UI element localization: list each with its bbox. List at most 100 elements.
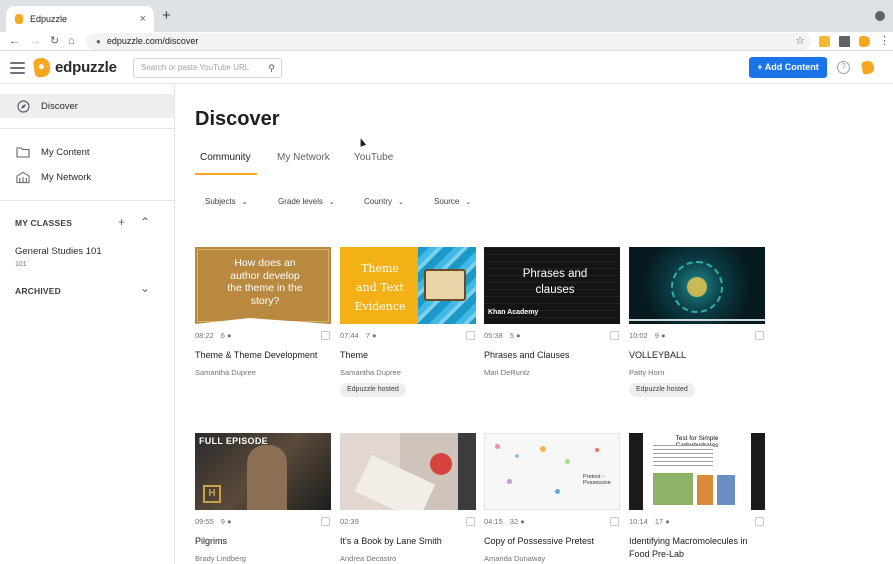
video-thumbnail[interactable]: Theme and Text Evidence (340, 247, 476, 324)
duration: 05:38 (484, 331, 503, 340)
add-content-button[interactable]: + Add Content (749, 57, 827, 78)
question-count: 7 (365, 331, 370, 340)
class-name[interactable]: General Studies 101 (15, 246, 102, 257)
filter-country[interactable]: Country ⌄ (364, 197, 404, 206)
tab-my-network[interactable]: My Network (277, 152, 330, 163)
tab-youtube[interactable]: YouTube (354, 152, 393, 163)
select-checkbox[interactable] (610, 517, 619, 526)
filter-label: Source (434, 197, 460, 206)
video-title[interactable]: Theme & Theme Development (195, 349, 331, 362)
video-author[interactable]: Brady Lindberg (195, 554, 246, 563)
sidebar-item-my-network[interactable]: My Network (0, 165, 174, 189)
question-icon: ● (665, 517, 670, 526)
video-thumbnail[interactable]: Test for Simple Carbohydrates (629, 433, 765, 510)
video-title[interactable]: Pilgrims (195, 535, 331, 548)
video-author[interactable]: Andrea Decastro (340, 554, 396, 563)
class-code: 101 (15, 261, 27, 268)
video-card[interactable]: Test for Simple Carbohydrates 10:1417 ● … (629, 433, 765, 559)
video-title[interactable]: VOLLEYBALL (629, 349, 765, 362)
chevron-up-icon[interactable]: ⌃ (140, 216, 150, 228)
select-checkbox[interactable] (755, 517, 764, 526)
window-control-icon[interactable] (875, 11, 885, 21)
filter-subjects[interactable]: Subjects ⌄ (205, 197, 248, 206)
select-checkbox[interactable] (321, 331, 330, 340)
archived-heading[interactable]: ARCHIVED (15, 286, 61, 296)
new-tab-button[interactable]: + (162, 8, 171, 23)
video-thumbnail[interactable]: Pretest - Possessive (484, 433, 620, 510)
select-checkbox[interactable] (321, 517, 330, 526)
search-icon[interactable]: ⚲ (268, 59, 275, 77)
video-title[interactable]: Theme (340, 349, 476, 362)
video-author[interactable]: Amanda Dunaway (484, 554, 545, 563)
video-card[interactable]: FULL EPISODE H 09:55 9 ● Pilgrims Brady L… (195, 433, 331, 563)
browser-tab[interactable]: Edpuzzle × (6, 6, 154, 32)
close-tab-icon[interactable]: × (140, 13, 146, 25)
filter-source[interactable]: Source ⌄ (434, 197, 471, 206)
sidebar-item-label: My Network (41, 171, 92, 183)
chevron-down-icon[interactable]: ⌄ (140, 282, 150, 294)
app-header: edpuzzle Search or paste YouTube URL ⚲ +… (0, 51, 893, 84)
forward-icon[interactable]: → (30, 34, 41, 48)
home-icon[interactable]: ⌂ (68, 34, 75, 48)
edpuzzle-logo[interactable]: edpuzzle (32, 56, 117, 79)
sidebar: Discover My Content My Network MY CLASSE… (0, 84, 175, 564)
video-thumbnail[interactable] (340, 433, 476, 510)
select-checkbox[interactable] (755, 331, 764, 340)
divider (0, 200, 174, 201)
browser-menu-icon[interactable]: ⋮ (879, 34, 890, 48)
select-checkbox[interactable] (610, 331, 619, 340)
back-icon[interactable]: ← (9, 34, 20, 48)
sidebar-item-my-content[interactable]: My Content (0, 140, 174, 164)
video-card[interactable]: 10:02 9 ● VOLLEYBALL Patty Horn Edpuzzle … (629, 247, 765, 397)
video-title[interactable]: Copy of Possessive Pretest (484, 535, 620, 548)
video-thumbnail[interactable] (629, 247, 765, 324)
select-checkbox[interactable] (466, 331, 475, 340)
browser-tab-title: Edpuzzle (30, 14, 68, 24)
hamburger-menu-icon[interactable] (10, 62, 25, 74)
url-field[interactable]: ● edpuzzle.com/discover ☆ (86, 33, 811, 50)
video-title[interactable]: It's a Book by Lane Smith (340, 535, 476, 548)
history-logo-icon: H (203, 485, 221, 503)
duration: 08:22 (195, 331, 214, 340)
help-icon[interactable]: ? (837, 61, 850, 74)
duration: 02:39 (340, 517, 359, 526)
thumbnail-text: Pretest - Possessive (583, 474, 611, 486)
add-class-icon[interactable]: + (118, 216, 125, 228)
reload-icon[interactable]: ↻ (50, 34, 59, 48)
video-author[interactable]: Mari DeRuntz (484, 368, 530, 377)
video-card[interactable]: Phrases and clauses Khan Academy 05:38 5 … (484, 247, 620, 377)
divider (0, 128, 174, 129)
video-thumbnail[interactable]: How does an author develop the theme in … (195, 247, 331, 324)
extension-icon[interactable] (819, 36, 830, 47)
video-card[interactable]: How does an author develop the theme in … (195, 247, 331, 377)
chevron-down-icon: ⌄ (241, 199, 248, 206)
logo-mark-icon (32, 56, 52, 79)
search-input[interactable]: Search or paste YouTube URL ⚲ (133, 58, 282, 78)
video-author[interactable]: Samantha Dupree (340, 368, 401, 377)
school-icon (16, 170, 30, 184)
select-checkbox[interactable] (466, 517, 475, 526)
filter-grade-levels[interactable]: Grade levels ⌄ (278, 197, 335, 206)
hosted-badge: Edpuzzle hosted (629, 383, 695, 397)
video-thumbnail[interactable]: Phrases and clauses Khan Academy (484, 247, 620, 324)
video-card[interactable]: Theme and Text Evidence 07:44 7 ● Theme S… (340, 247, 476, 397)
chevron-down-icon: ⌄ (398, 199, 404, 206)
video-title[interactable]: Phrases and Clauses (484, 349, 620, 362)
edpuzzle-extension-icon[interactable] (859, 36, 870, 47)
video-title[interactable]: Identifying Macromolecules in Food Pre-L… (629, 535, 765, 561)
chevron-down-icon: ⌄ (465, 199, 472, 206)
search-placeholder: Search or paste YouTube URL (141, 63, 250, 72)
video-author[interactable]: Samantha Dupree (195, 368, 256, 377)
video-thumbnail[interactable]: FULL EPISODE H (195, 433, 331, 510)
bookmark-star-icon[interactable]: ☆ (795, 33, 805, 50)
filter-label: Subjects (205, 197, 236, 206)
sidebar-item-discover[interactable]: Discover (0, 94, 174, 118)
video-card[interactable]: Pretest - Possessive 04:15 32 ● Copy of P… (484, 433, 620, 563)
question-icon: ● (372, 331, 377, 340)
video-author[interactable]: Patty Horn (629, 368, 664, 377)
tab-community[interactable]: Community (200, 152, 251, 163)
puzzle-icon[interactable] (839, 36, 850, 47)
avatar[interactable] (861, 60, 875, 75)
video-card[interactable]: 02:39 It's a Book by Lane Smith Andrea D… (340, 433, 476, 563)
sidebar-item-label: My Content (41, 146, 90, 158)
